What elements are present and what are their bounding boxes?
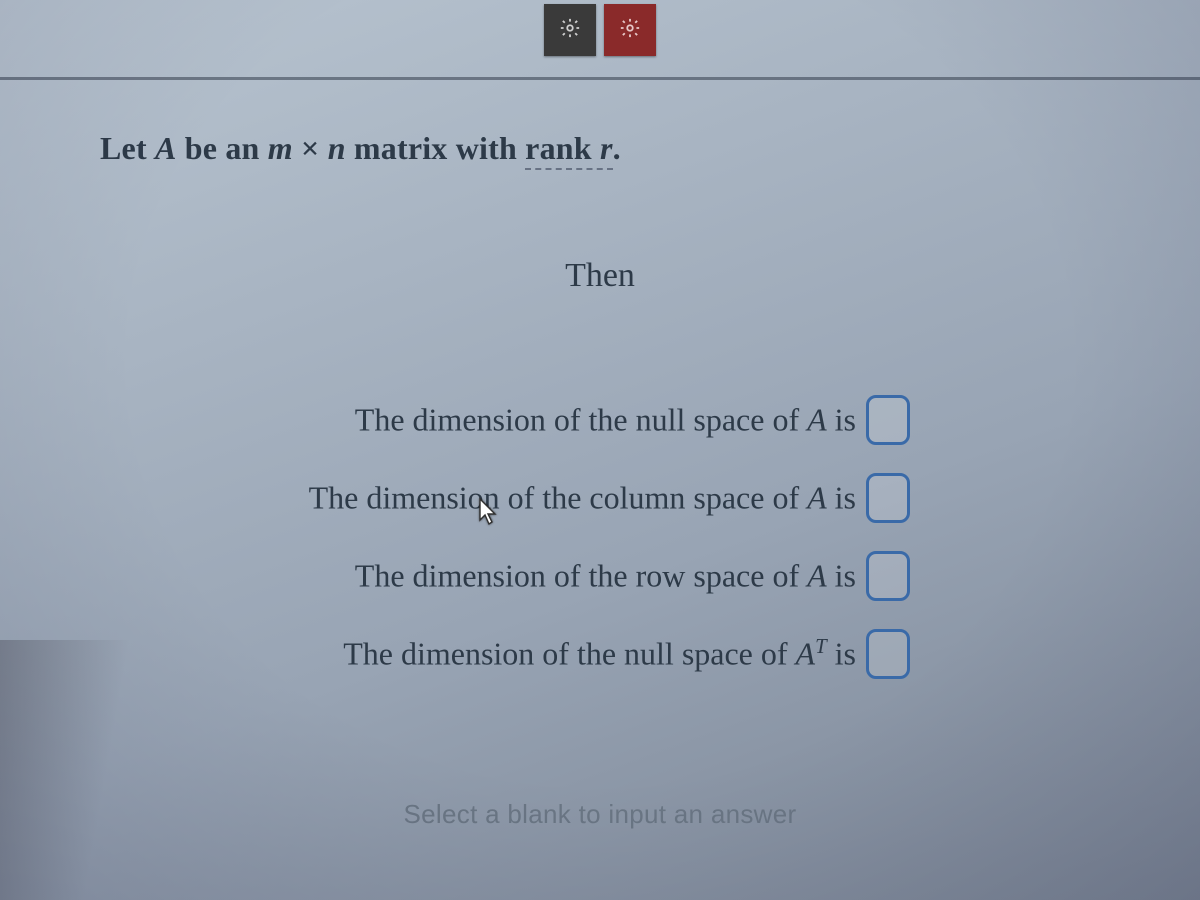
statement-row: The dimension of the null space of AT is: [343, 629, 910, 679]
intro-text: matrix with: [346, 130, 525, 166]
statement-text: The dimension of the null space of: [343, 636, 795, 672]
intro-text: be an: [177, 130, 268, 166]
statement-text: The dimension of the row space of: [355, 558, 807, 594]
statement-row: The dimension of the null space of A is: [355, 395, 910, 445]
statements-list: The dimension of the null space of A is …: [100, 395, 1100, 679]
symbol-A: A: [796, 636, 816, 672]
intro-text: .: [613, 130, 621, 166]
superscript: T: [815, 635, 827, 658]
then-label: Then: [100, 257, 1100, 295]
statement-row: The dimension of the column space of A i…: [309, 473, 910, 523]
symbol-n: n: [328, 130, 346, 166]
top-toolbar: [0, 0, 1200, 80]
answer-blank-3[interactable]: [866, 551, 910, 601]
symbol-A: A: [155, 130, 177, 166]
question-content: Let A be an m × n matrix with rank r. Th…: [40, 90, 1160, 880]
statement-text: The dimension of the null space of: [355, 402, 807, 438]
intro-text: Let: [100, 130, 155, 166]
answer-blank-4[interactable]: [866, 629, 910, 679]
tool-button-2[interactable]: [604, 4, 656, 56]
gear-icon: [559, 17, 581, 44]
gear-icon: [619, 17, 641, 44]
statement-row: The dimension of the row space of A is: [355, 551, 910, 601]
answer-blank-2[interactable]: [866, 473, 910, 523]
symbol-A: A: [807, 480, 827, 516]
statement-text: is: [827, 480, 856, 516]
symbol-A: A: [807, 402, 827, 438]
question-intro: Let A be an m × n matrix with rank r.: [100, 130, 1100, 167]
symbol-r: r: [600, 130, 613, 166]
statement-text: is: [827, 636, 856, 672]
instruction-hint: Select a blank to input an answer: [40, 799, 1160, 830]
rank-term: rank r: [525, 130, 612, 170]
statement-text: is: [827, 402, 856, 438]
statement-text: The dimension of the column space of: [309, 480, 808, 516]
times-symbol: ×: [293, 130, 328, 166]
tool-button-1[interactable]: [544, 4, 596, 56]
symbol-A: A: [807, 558, 827, 594]
statement-text: is: [827, 558, 856, 594]
answer-blank-1[interactable]: [866, 395, 910, 445]
symbol-m: m: [268, 130, 293, 166]
